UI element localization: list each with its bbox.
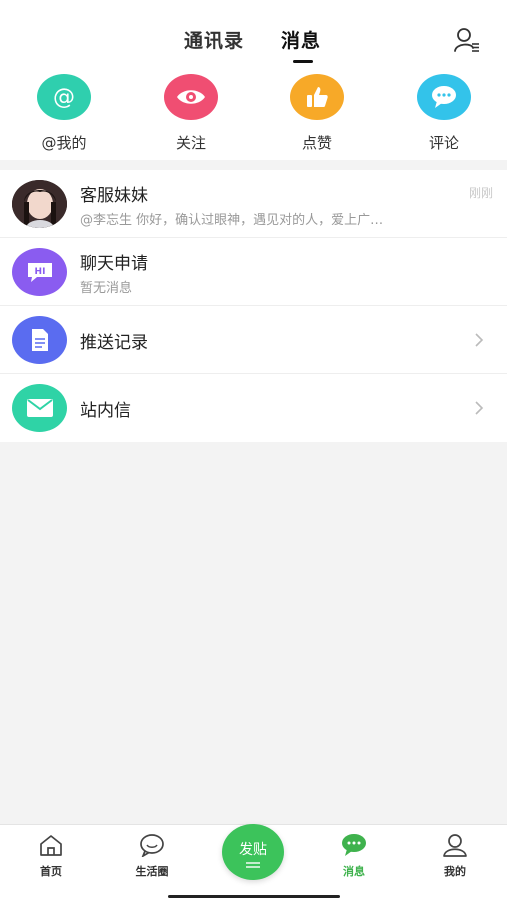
hi-chat-icon: HI <box>12 248 67 296</box>
message-list: 客服妹妹 @李忘生 你好，确认过眼神，遇见对的人，爱上广… 刚刚 HI 聊天申请… <box>0 170 507 442</box>
message-row-site-mail[interactable]: 站内信 <box>0 374 507 442</box>
menu-bars-icon <box>246 862 260 868</box>
mail-icon <box>12 384 67 432</box>
nav-label: 消息 <box>343 865 365 878</box>
comment-icon <box>417 74 471 120</box>
nav-label: 我的 <box>444 865 466 878</box>
quick-action-label: 点赞 <box>301 134 332 152</box>
message-title: 聊天申请 <box>80 254 148 274</box>
message-row-push-records[interactable]: 推送记录 <box>0 306 507 374</box>
active-tab-indicator <box>293 60 313 63</box>
quick-action-follow[interactable]: 关注 <box>161 74 221 154</box>
nav-home[interactable]: 首页 <box>16 833 86 879</box>
message-time: 刚刚 <box>468 186 493 200</box>
message-row-customer-service[interactable]: 客服妹妹 @李忘生 你好，确认过眼神，遇见对的人，爱上广… 刚刚 <box>0 170 507 238</box>
chevron-right-icon <box>475 333 484 347</box>
home-icon <box>40 835 62 856</box>
message-preview: 暂无消息 <box>80 281 133 296</box>
message-title: 站内信 <box>80 401 131 421</box>
header-tabs: 通讯录 消息 <box>0 26 507 66</box>
document-icon <box>12 316 67 364</box>
quick-action-label: 关注 <box>175 134 206 152</box>
tab-messages[interactable]: 消息 <box>281 26 321 53</box>
quick-action-label: 评论 <box>428 134 459 152</box>
post-button-label: 发贴 <box>239 842 267 858</box>
profile-icon <box>443 834 467 857</box>
avatar <box>12 180 67 228</box>
message-preview: @李忘生 你好，确认过眼神，遇见对的人，爱上广… <box>80 213 384 228</box>
post-button[interactable]: 发贴 <box>222 824 284 880</box>
at-icon: @ <box>37 74 91 120</box>
message-icon <box>342 834 366 856</box>
top-section: 通讯录 消息 @ @我的 关注 点赞 评论 <box>0 0 507 160</box>
nav-life-circle[interactable]: 生活圈 <box>117 833 187 879</box>
message-row-chat-request[interactable]: HI 聊天申请 暂无消息 <box>0 238 507 306</box>
quick-action-comments[interactable]: 评论 <box>414 74 474 154</box>
chevron-right-icon <box>475 401 484 415</box>
tab-contacts[interactable]: 通讯录 <box>184 26 244 53</box>
contacts-list-button[interactable] <box>453 26 481 54</box>
eye-icon <box>164 74 218 120</box>
nav-profile[interactable]: 我的 <box>420 833 490 879</box>
quick-action-likes[interactable]: 点赞 <box>287 74 347 154</box>
message-title: 客服妹妹 <box>80 186 148 206</box>
home-indicator <box>168 895 340 898</box>
nav-label: 生活圈 <box>135 865 169 878</box>
thumbs-up-icon <box>290 74 344 120</box>
chat-bubble-icon <box>140 834 164 858</box>
quick-action-label: @我的 <box>41 134 87 152</box>
nav-label: 首页 <box>40 865 62 878</box>
message-title: 推送记录 <box>80 333 148 353</box>
svg-text:HI: HI <box>34 267 45 277</box>
svg-text:@: @ <box>53 85 75 110</box>
contacts-list-icon <box>454 28 479 52</box>
quick-action-at-me[interactable]: @ @我的 <box>34 74 94 154</box>
nav-messages[interactable]: 消息 <box>319 833 389 879</box>
